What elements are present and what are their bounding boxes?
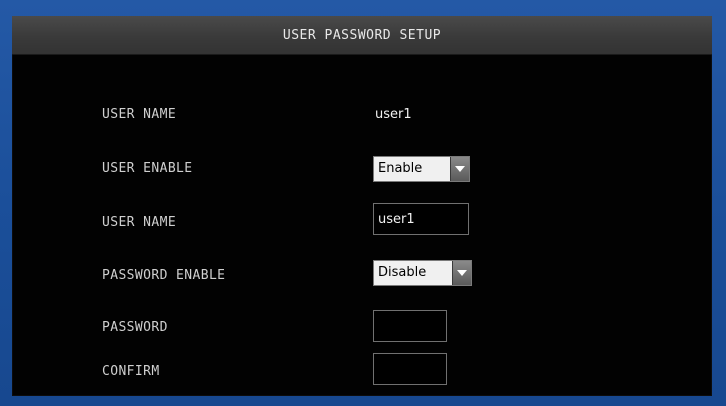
dialog-title: USER PASSWORD SETUP — [282, 27, 442, 43]
title-bar: USER PASSWORD SETUP — [12, 16, 712, 55]
confirm-input[interactable] — [373, 353, 447, 385]
password-enable-label: PASSWORD ENABLE — [102, 268, 226, 283]
chevron-down-icon — [457, 270, 467, 276]
user-enable-label: USER ENABLE — [102, 161, 193, 176]
user-name-edit-label: USER NAME — [102, 215, 177, 230]
user-name-value: user1 — [375, 107, 412, 122]
password-enable-dropdown-button[interactable] — [452, 261, 471, 285]
confirm-label: CONFIRM — [102, 364, 160, 379]
password-input[interactable] — [373, 310, 447, 342]
password-enable-select[interactable]: Disable — [373, 260, 472, 286]
window-frame: USER PASSWORD SETUP USER NAME user1 USER… — [0, 0, 726, 406]
user-enable-dropdown-button[interactable] — [450, 157, 469, 181]
user-name-label: USER NAME — [102, 107, 177, 122]
user-name-input[interactable]: user1 — [373, 203, 469, 235]
password-enable-selected: Disable — [378, 265, 427, 280]
chevron-down-icon — [455, 166, 465, 172]
setup-dialog: USER PASSWORD SETUP USER NAME user1 USER… — [12, 16, 712, 396]
user-enable-select[interactable]: Enable — [373, 156, 470, 182]
password-label: PASSWORD — [102, 320, 168, 335]
user-enable-selected: Enable — [378, 161, 423, 176]
